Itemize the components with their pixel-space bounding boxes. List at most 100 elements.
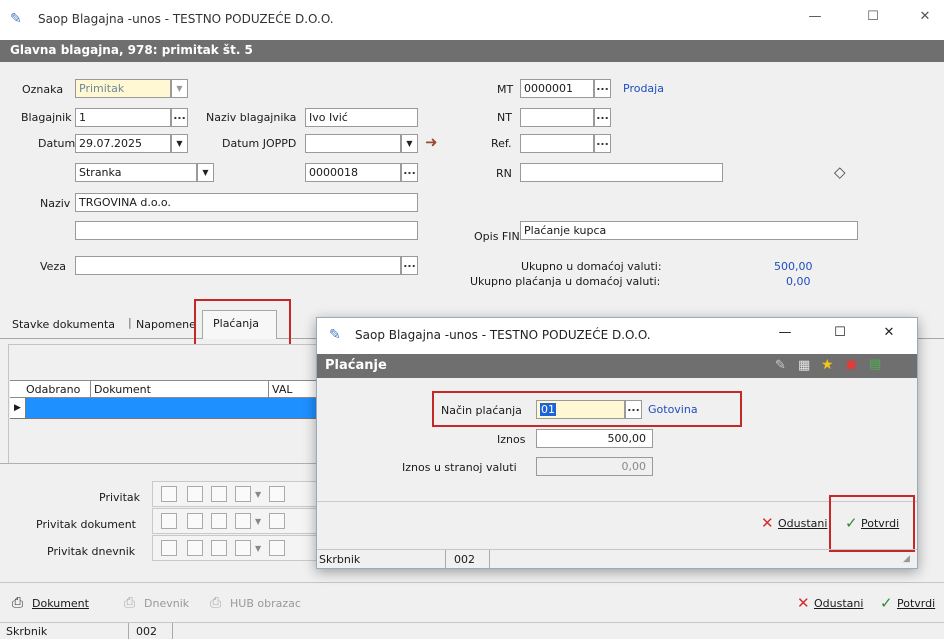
partner-type-select[interactable]: Stranka [75, 163, 197, 182]
status-divider-2 [172, 623, 173, 639]
opis-fin-label: Opis FIN [474, 230, 520, 243]
close-button[interactable]: ✕ [910, 9, 940, 24]
oznaka-select[interactable]: Primitak [75, 79, 171, 98]
datum-joppd-field[interactable] [305, 134, 401, 153]
books-icon[interactable]: ▤ [869, 357, 881, 372]
placanje-dialog: ✎ Saop Blagajna -unos - TESTNO PODUZEĆE … [316, 317, 918, 569]
edit-document-icon[interactable] [187, 540, 203, 556]
minimize-button[interactable]: — [800, 9, 830, 24]
ref-field[interactable] [520, 134, 594, 153]
mt-field[interactable]: 0000001 [520, 79, 594, 98]
partner-lookup-button[interactable]: ... [401, 163, 418, 182]
row-indicator-icon: ▶ [10, 398, 26, 418]
tab-separator: | [128, 316, 132, 329]
edit-icon[interactable]: ✎ [775, 358, 786, 373]
mt-description-link[interactable]: Prodaja [623, 82, 664, 95]
privitak-dokument-label: Privitak dokument [36, 518, 136, 531]
hub-obrazac-button-label: HUB obrazac [230, 597, 301, 610]
nt-lookup-button[interactable]: ... [594, 108, 611, 127]
grid-row-selected[interactable]: ▶ [10, 398, 320, 419]
export-dropdown-icon[interactable]: ▼ [255, 517, 261, 526]
edit-document-icon[interactable] [187, 486, 203, 502]
total-paid-label: Ukupno plaćanja u domaćoj valuti: [470, 275, 661, 288]
resize-grip-icon[interactable]: ◢ [903, 554, 910, 564]
naziv2-field[interactable] [75, 221, 418, 240]
edit-document-icon[interactable] [187, 513, 203, 529]
rn-field[interactable] [520, 163, 723, 182]
datum-dropdown[interactable]: ▼ [171, 134, 188, 153]
export-document-icon[interactable] [235, 540, 251, 556]
veza-label: Veza [40, 260, 66, 273]
dialog-status-code: 002 [454, 553, 475, 566]
eraser-icon[interactable]: ◇ [834, 163, 846, 181]
oznaka-label: Oznaka [22, 83, 64, 96]
dialog-minimize-button[interactable]: — [770, 325, 800, 340]
dialog-close-button[interactable]: ✕ [874, 325, 904, 340]
export-document-icon[interactable] [235, 513, 251, 529]
grid-icon[interactable]: ▦ [798, 358, 810, 373]
link-document-icon[interactable] [211, 513, 227, 529]
sign-document-icon[interactable] [269, 540, 285, 556]
partner-code-field[interactable]: 0000018 [305, 163, 401, 182]
nt-field[interactable] [520, 108, 594, 127]
printer-icon: ⎙ [210, 595, 222, 611]
total-domestic-label: Ukupno u domaćoj valuti: [521, 260, 662, 273]
naziv-field[interactable]: TRGOVINA d.o.o. [75, 193, 418, 212]
cancel-icon: ✕ [761, 514, 774, 532]
blagajnik-label: Blagajnik [21, 111, 72, 124]
link-document-icon[interactable] [211, 540, 227, 556]
sign-document-icon[interactable] [269, 486, 285, 502]
dialog-status-bar: Skrbnik 002 ◢ [317, 549, 917, 568]
oznaka-dropdown[interactable]: ▼ [171, 79, 188, 98]
partner-type-dropdown[interactable]: ▼ [197, 163, 214, 182]
sign-document-icon[interactable] [269, 513, 285, 529]
copy-date-icon[interactable]: ➜ [425, 133, 438, 151]
opis-fin-field[interactable]: Plaćanje kupca [520, 221, 858, 240]
ref-lookup-button[interactable]: ... [594, 134, 611, 153]
privitak-label: Privitak [99, 491, 141, 504]
iznos-field[interactable]: 500,00 [536, 429, 653, 448]
privitak-dnevnik-label: Privitak dnevnik [47, 545, 136, 558]
dialog-button-divider [317, 501, 917, 502]
blagajnik-lookup-button[interactable]: ... [171, 108, 188, 127]
blagajnik-field[interactable]: 1 [75, 108, 171, 127]
annotation-nacin-highlight [432, 391, 742, 427]
main-potvrdi-label: Potvrdi [897, 597, 936, 610]
datum-joppd-dropdown[interactable]: ▼ [401, 134, 418, 153]
new-document-icon[interactable] [161, 486, 177, 502]
maximize-button[interactable]: ☐ [858, 9, 888, 24]
dialog-header: Plaćanje ✎ ▦ ★ ▣ ▤ [317, 354, 917, 378]
privitak-dokument-toolbar: ▼ [152, 508, 322, 534]
grid-col-odabrano[interactable]: Odabrano [26, 383, 80, 396]
bottom-bar-divider [0, 582, 944, 583]
new-document-icon[interactable] [161, 513, 177, 529]
datum-field[interactable]: 29.07.2025 [75, 134, 171, 153]
dialog-status-divider-2 [489, 550, 490, 568]
tab-stavke-dokumenta[interactable]: Stavke dokumenta [12, 318, 115, 331]
veza-field[interactable] [75, 256, 401, 275]
link-document-icon[interactable] [211, 486, 227, 502]
mt-lookup-button[interactable]: ... [594, 79, 611, 98]
grid-col-divider [90, 381, 91, 398]
dialog-window-title: Saop Blagajna -unos - TESTNO PODUZEĆE D.… [355, 328, 651, 342]
grid-col-val[interactable]: VAL [272, 383, 292, 396]
naziv-blagajnika-field[interactable]: Ivo Ivić [305, 108, 418, 127]
grid-col-dokument[interactable]: Dokument [94, 383, 151, 396]
ref-label: Ref. [491, 137, 512, 150]
export-dropdown-icon[interactable]: ▼ [255, 490, 261, 499]
dialog-header-text: Plaćanje [325, 358, 387, 373]
export-document-icon[interactable] [235, 486, 251, 502]
confirm-icon: ✓ [880, 594, 893, 612]
iznos-label: Iznos [497, 433, 526, 446]
datum-label: Datum [38, 137, 76, 150]
grid-header: Odabrano Dokument VAL [10, 380, 320, 398]
dialog-maximize-button[interactable]: ☐ [825, 325, 855, 340]
dokument-button-label: Dokument [32, 597, 89, 610]
veza-lookup-button[interactable]: ... [401, 256, 418, 275]
star-icon[interactable]: ★ [821, 357, 834, 373]
pdf-icon[interactable]: ▣ [845, 357, 857, 372]
new-document-icon[interactable] [161, 540, 177, 556]
tab-napomene[interactable]: Napomene [136, 318, 198, 331]
iznos-strana-field[interactable]: 0,00 [536, 457, 653, 476]
export-dropdown-icon[interactable]: ▼ [255, 544, 261, 553]
